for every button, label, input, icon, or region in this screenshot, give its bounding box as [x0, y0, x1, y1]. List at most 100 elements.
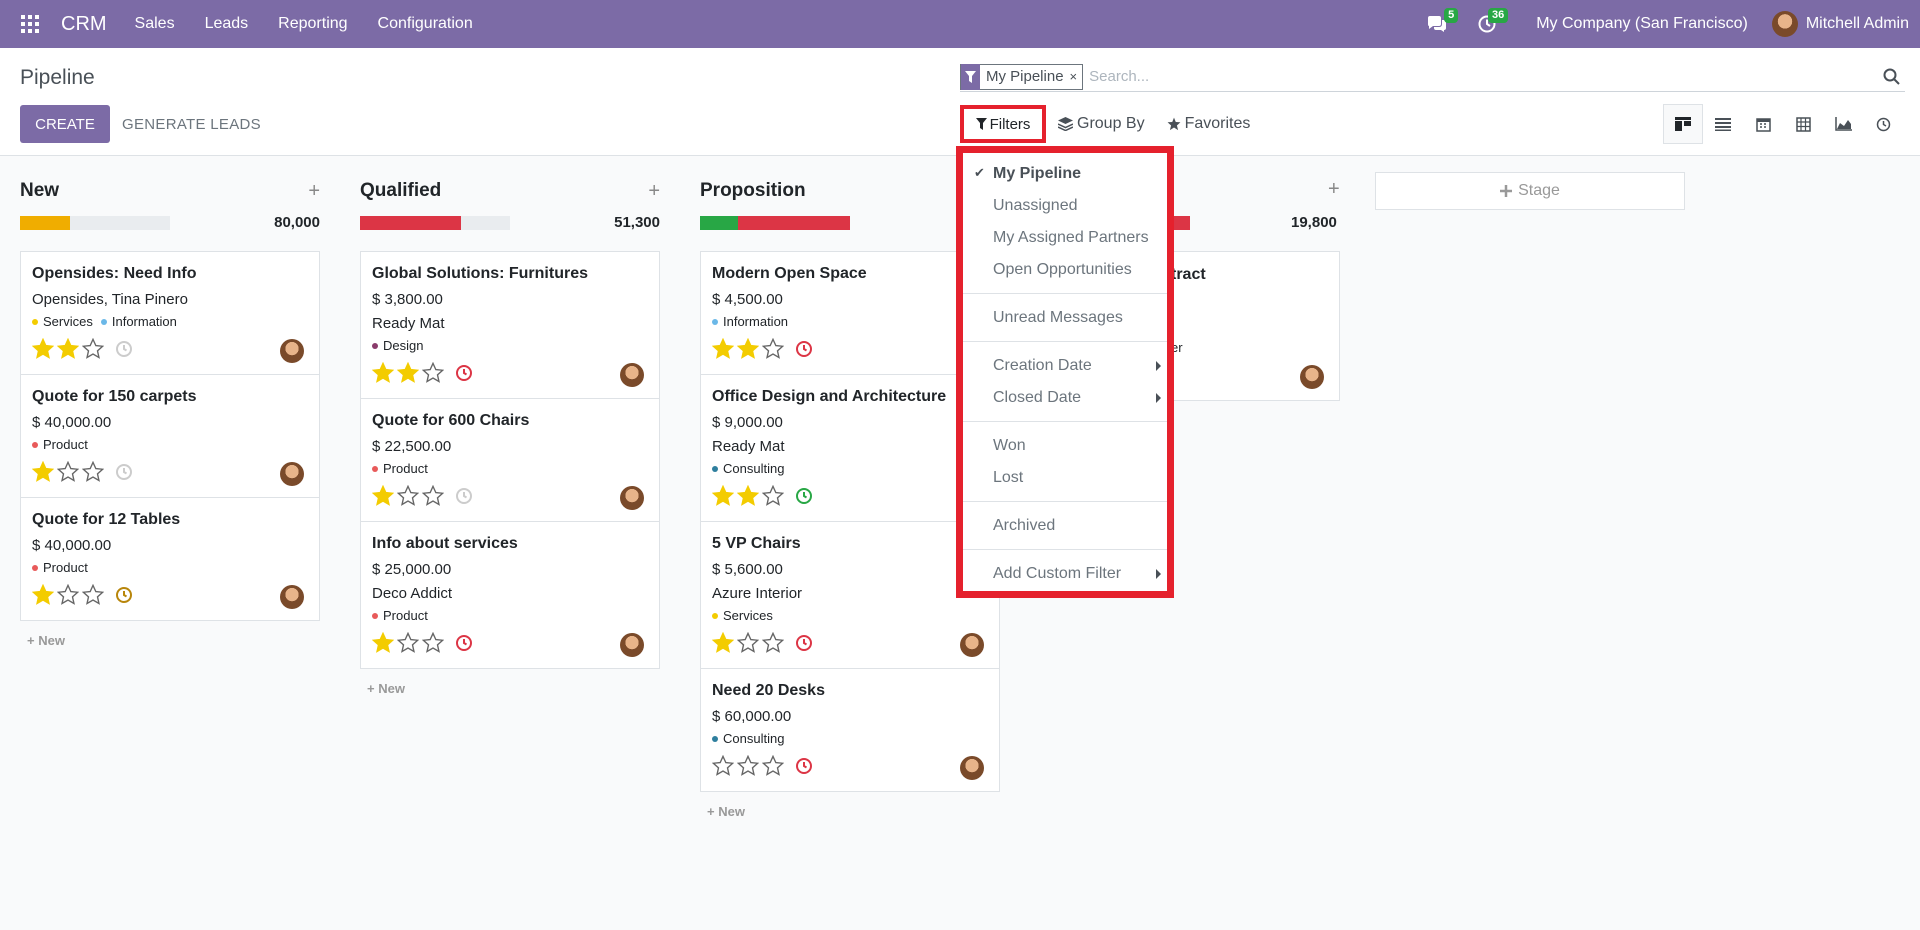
star-filled-icon[interactable] — [372, 632, 394, 654]
filter-unassigned[interactable]: Unassigned — [993, 197, 1078, 215]
column-progress-bar[interactable] — [360, 216, 510, 230]
filter-creation-date[interactable]: Creation Date — [993, 357, 1092, 375]
card-assignee-avatar[interactable] — [620, 486, 644, 510]
star-empty-icon[interactable] — [762, 485, 784, 507]
star-filled-icon[interactable] — [32, 461, 54, 483]
progress-segment[interactable] — [737, 216, 850, 230]
card-assignee-avatar[interactable] — [280, 339, 304, 363]
star-empty-icon[interactable] — [397, 485, 419, 507]
star-empty-icon[interactable] — [737, 632, 759, 654]
create-button[interactable]: CREATE — [20, 105, 110, 143]
star-empty-icon[interactable] — [82, 338, 104, 360]
filters-button[interactable]: Filters — [960, 105, 1046, 143]
priority-stars[interactable] — [372, 632, 447, 654]
column-quick-add-icon[interactable]: + — [308, 180, 320, 203]
activity-clock-icon[interactable] — [795, 757, 813, 775]
column-header[interactable]: Proposition+ — [700, 180, 1000, 204]
filter-lost[interactable]: Lost — [993, 469, 1023, 487]
star-filled-icon[interactable] — [57, 338, 79, 360]
card-assignee-avatar[interactable] — [280, 585, 304, 609]
card-assignee-avatar[interactable] — [280, 462, 304, 486]
filter-archived[interactable]: Archived — [993, 517, 1055, 535]
kanban-card[interactable]: Opensides: Need Info Opensides, Tina Pine… — [21, 252, 319, 375]
star-empty-icon[interactable] — [737, 755, 759, 777]
kanban-card[interactable]: Global Solutions: Furnitures $ 3,800.00 Re… — [361, 252, 659, 399]
quick-create-link[interactable]: + New — [367, 681, 405, 696]
priority-stars[interactable] — [712, 338, 787, 360]
star-empty-icon[interactable] — [762, 338, 784, 360]
menu-reporting[interactable]: Reporting — [278, 15, 347, 33]
quick-create-link[interactable]: + New — [707, 804, 745, 819]
filter-closed-date[interactable]: Closed Date — [993, 389, 1081, 407]
progress-segment[interactable] — [360, 216, 461, 230]
star-filled-icon[interactable] — [712, 632, 734, 654]
priority-stars[interactable] — [712, 485, 787, 507]
star-empty-icon[interactable] — [422, 632, 444, 654]
activity-view-button[interactable] — [1863, 104, 1903, 144]
activity-clock-icon[interactable] — [455, 634, 473, 652]
kanban-card[interactable]: Quote for 600 Chairs $ 22,500.00 Product — [361, 399, 659, 522]
star-empty-icon[interactable] — [762, 632, 784, 654]
quick-create-link[interactable]: + New — [27, 633, 65, 648]
star-empty-icon[interactable] — [422, 485, 444, 507]
pivot-view-button[interactable] — [1783, 104, 1823, 144]
activity-clock-icon[interactable] — [115, 586, 133, 604]
column-header[interactable]: New + — [20, 180, 320, 204]
filter-open-opportunities[interactable]: Open Opportunities — [993, 261, 1132, 279]
kanban-card[interactable]: Quote for 150 carpets $ 40,000.00 Product — [21, 375, 319, 498]
facet-remove-icon[interactable]: × — [1070, 69, 1083, 84]
add-custom-filter[interactable]: Add Custom Filter — [993, 565, 1121, 583]
star-empty-icon[interactable] — [82, 461, 104, 483]
star-filled-icon[interactable] — [397, 362, 419, 384]
card-assignee-avatar[interactable] — [1300, 365, 1324, 389]
favorites-button[interactable]: Favorites — [1167, 115, 1250, 133]
group-by-button[interactable]: Group By — [1058, 115, 1145, 133]
activity-clock-icon[interactable] — [115, 340, 133, 358]
priority-stars[interactable] — [32, 584, 107, 606]
star-empty-icon[interactable] — [82, 584, 104, 606]
activity-clock-icon[interactable] — [455, 487, 473, 505]
activity-clock-icon[interactable] — [795, 634, 813, 652]
kanban-card[interactable]: 5 VP Chairs $ 5,600.00 Azure Interior Servi… — [701, 522, 999, 669]
user-menu[interactable]: Mitchell Admin — [1806, 15, 1909, 33]
star-empty-icon[interactable] — [57, 461, 79, 483]
activities-button[interactable]: 36 — [1472, 0, 1509, 48]
kanban-card[interactable]: Quote for 12 Tables $ 40,000.00 Product — [21, 498, 319, 620]
star-filled-icon[interactable] — [737, 338, 759, 360]
activity-clock-icon[interactable] — [115, 463, 133, 481]
star-empty-icon[interactable] — [422, 362, 444, 384]
menu-configuration[interactable]: Configuration — [378, 15, 473, 33]
app-brand[interactable]: CRM — [61, 13, 107, 36]
column-quick-add-icon[interactable]: + — [648, 180, 660, 203]
calendar-view-button[interactable] — [1743, 104, 1783, 144]
filter-my-pipeline[interactable]: My Pipeline — [993, 165, 1081, 183]
priority-stars[interactable] — [712, 755, 787, 777]
user-avatar[interactable] — [1771, 11, 1798, 37]
star-filled-icon[interactable] — [32, 584, 54, 606]
star-filled-icon[interactable] — [372, 362, 394, 384]
graph-view-button[interactable] — [1823, 104, 1863, 144]
menu-sales[interactable]: Sales — [135, 15, 175, 33]
star-empty-icon[interactable] — [397, 632, 419, 654]
activity-clock-icon[interactable] — [795, 340, 813, 358]
progress-segment[interactable] — [700, 216, 738, 230]
kanban-card[interactable]: Office Design and Architecture $ 9,000.00… — [701, 375, 999, 522]
priority-stars[interactable] — [372, 362, 447, 384]
star-empty-icon[interactable] — [712, 755, 734, 777]
card-assignee-avatar[interactable] — [620, 363, 644, 387]
card-assignee-avatar[interactable] — [960, 633, 984, 657]
progress-segment[interactable] — [20, 216, 70, 230]
column-progress-bar[interactable] — [700, 216, 850, 230]
add-stage-button[interactable]: Stage — [1375, 172, 1685, 210]
priority-stars[interactable] — [32, 338, 107, 360]
apps-menu-icon[interactable] — [21, 15, 39, 33]
filter-unread-messages[interactable]: Unread Messages — [993, 309, 1123, 327]
generate-leads-button[interactable]: GENERATE LEADS — [122, 105, 261, 143]
kanban-card[interactable]: Modern Open Space $ 4,500.00 Information — [701, 252, 999, 375]
filter-my-assigned-partners[interactable]: My Assigned Partners — [993, 229, 1149, 247]
priority-stars[interactable] — [372, 485, 447, 507]
star-empty-icon[interactable] — [762, 755, 784, 777]
activity-clock-icon[interactable] — [795, 487, 813, 505]
company-switcher[interactable]: My Company (San Francisco) — [1536, 15, 1748, 33]
activity-clock-icon[interactable] — [455, 364, 473, 382]
